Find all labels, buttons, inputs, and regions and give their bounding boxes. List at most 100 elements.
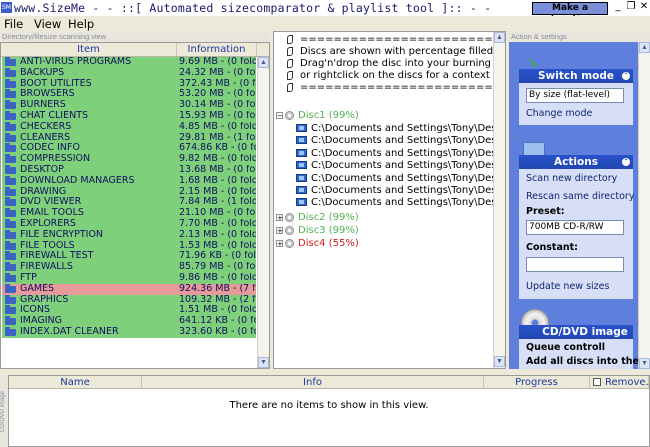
donate-button[interactable]: Make a donation [532,2,608,24]
list-item[interactable]: BACKUPS 24.32 MB - (0 folders [2,67,256,79]
scan-new-directory-link[interactable]: Scan new directory [526,173,617,184]
add-all-discs-link[interactable]: Add all discs into the... [526,356,650,367]
folder-icon [5,316,16,326]
file-node[interactable]: C:\Documents and Settings\Tony\Desktop\S… [296,148,505,160]
file-icon [296,148,307,157]
folder-icon [5,326,16,336]
left-scrollbar[interactable]: ▲ ▼ [257,57,269,368]
list-item[interactable]: DOWNLOAD MANAGERS 1.68 MB - (0 folders) [2,175,256,187]
rescan-directory-link[interactable]: Rescan same directory [526,191,634,202]
item-name: DVD VIEWER [20,197,82,208]
list-item[interactable]: ICONS 1.51 MB - (0 folders) [2,305,256,317]
preset-select[interactable]: 700MB CD-R/RW [526,220,624,235]
item-info: 641.12 KB - (0 folde [179,316,256,327]
menu-file[interactable]: File [4,17,23,31]
list-item[interactable]: CLEANERS 29.81 MB - (1 folder [2,132,256,144]
list-item[interactable]: BURNERS 30.14 MB - (0 folders [2,100,256,111]
list-item[interactable]: FILE TOOLS 1.53 MB - (0 folders) [2,240,256,252]
list-item[interactable]: DVD VIEWER 7.84 MB - (1 folders [2,197,256,209]
column-progress[interactable]: Progress [484,376,590,389]
disc-node[interactable]: + Disc3 (99%) [274,225,489,237]
list-item[interactable]: EXPLORERS 7.70 MB - (0 folders) [2,218,256,230]
queue-control-label[interactable]: Queue controll [526,342,605,353]
collapse-icon[interactable]: ⌃ [622,158,630,166]
list-item[interactable]: COMPRESSION 9.82 MB - (0 folders [2,154,256,165]
menu-view[interactable]: View [34,17,61,31]
file-node[interactable]: C:\Documents and Settings\Tony\Desktop\S… [296,197,505,209]
disc-node[interactable]: + Disc2 (99%) [274,212,489,224]
list-header: Item Information [1,43,269,57]
column-info[interactable]: Info [142,376,484,389]
list-item[interactable]: ANTI-VIRUS PROGRAMS 9.69 MB - (0 folders [2,57,256,68]
disc-node[interactable]: + Disc4 (55%) [274,238,489,250]
restore-button[interactable]: ❐ [625,2,637,13]
file-node[interactable]: C:\Documents and Settings\Tony\Desktop\S… [296,185,505,197]
constant-input[interactable] [526,257,624,272]
remove-checkbox[interactable] [593,378,601,386]
expand-icon[interactable]: + [276,239,283,247]
collapse-icon[interactable]: ⌃ [622,72,630,80]
item-info: 4.85 MB - (0 folders) [179,121,256,132]
item-info: 323.60 KB - (0 folde [179,326,256,337]
list-item[interactable]: DRAWING 2.15 MB - (0 folders) [2,186,256,198]
close-button[interactable]: ✕ [638,2,650,13]
list-item[interactable]: FTP 9.86 MB - (0 folders) [2,272,256,284]
note-icon [287,71,293,80]
column-item[interactable]: Item [1,43,177,56]
scroll-up-button[interactable]: ▲ [494,32,505,43]
list-item[interactable]: EMAIL TOOLS 21.10 MB - (0 folders [2,208,256,219]
file-node[interactable]: C:\Documents and Settings\Tony\Desktop\S… [296,135,505,147]
middle-scrollbar[interactable]: ▲ ▼ [493,32,505,368]
left-panel-caption: Directory/filesize scanning view [0,32,270,42]
list-item[interactable]: CHECKERS 4.85 MB - (0 folders) [2,121,256,133]
list-item[interactable]: BOOT UTILITES 372.43 MB - (0 folde [2,78,256,90]
mode-select[interactable]: By size (flat-level) [526,88,624,103]
folder-icon [5,143,16,153]
menu-help[interactable]: Help [68,17,94,31]
file-path: C:\Documents and Settings\Tony\Desktop\S… [311,147,505,159]
list-item[interactable]: INDEX.DAT CLEANER 323.60 KB - (0 folde [2,326,256,338]
app-icon[interactable]: SM [1,2,12,13]
item-name: FILE TOOLS [20,240,75,251]
list-item[interactable]: CHAT CLIENTS 15.93 MB - (0 folders [2,110,256,122]
folder-icon [5,262,16,272]
expand-icon[interactable]: + [276,226,283,234]
file-path: C:\Documents and Settings\Tony\Desktop\S… [311,160,505,172]
item-name: FTP [20,272,37,283]
list-item[interactable]: FIREWALL TEST 71.96 KB - (0 folder [2,251,256,263]
list-item[interactable]: DESKTOP 13.68 MB - (0 folders [2,164,256,176]
actions-header[interactable]: Actions ⌃ [519,155,633,169]
list-item[interactable]: GAMES 924.36 MB - (7 folde [2,283,256,295]
scroll-down-button[interactable]: ▼ [639,358,650,369]
cd-dvd-header[interactable]: CD/DVD image [519,325,633,339]
list-item[interactable]: GRAPHICS 109.32 MB - (2 folde [2,294,256,306]
switch-mode-header[interactable]: Switch mode ⌃ [519,69,633,83]
scroll-up-button[interactable]: ▲ [258,57,269,68]
folder-icon [5,186,16,196]
file-node[interactable]: C:\Documents and Settings\Tony\Desktop\S… [296,160,505,172]
update-sizes-link[interactable]: Update new sizes [526,281,609,292]
file-node[interactable]: C:\Documents and Settings\Tony\Desktop\S… [296,123,505,135]
list-item[interactable]: FIREWALLS 85.79 MB - (0 folders [2,262,256,273]
collapse-icon[interactable]: − [276,112,283,120]
disc-node[interactable]: − Disc1 (99%) [274,110,489,122]
scroll-up-button[interactable]: ▲ [639,42,650,53]
scroll-down-button[interactable]: ▼ [258,357,269,368]
list-item[interactable]: FILE ENCRYPTION 2.13 MB - (0 folders) [2,229,256,241]
column-information[interactable]: Information [177,43,257,56]
minimize-button[interactable]: _ [612,2,624,13]
list-item[interactable]: BROWSERS 53.20 MB - (0 folders [2,89,256,101]
list-item[interactable]: IMAGING 641.12 KB - (0 folde [2,316,256,327]
list-item[interactable]: CODEC INFO 674.86 KB - (0 folde [2,143,256,155]
right-scrollbar[interactable]: ▲ ▼ [638,42,650,369]
column-remove[interactable]: Remove... [590,376,650,389]
instruction-line: Discs are shown with percentage filled [300,46,494,57]
scroll-down-button[interactable]: ▼ [494,356,505,367]
column-name[interactable]: Name [9,376,142,389]
change-mode-link[interactable]: Change mode [526,108,592,119]
menu-bar: File View Help [0,16,650,31]
note-icon [287,83,293,92]
expand-icon[interactable]: + [276,213,283,221]
file-node[interactable]: C:\Documents and Settings\Tony\Desktop\S… [296,173,505,185]
item-info: 85.79 MB - (0 folders [179,262,256,273]
